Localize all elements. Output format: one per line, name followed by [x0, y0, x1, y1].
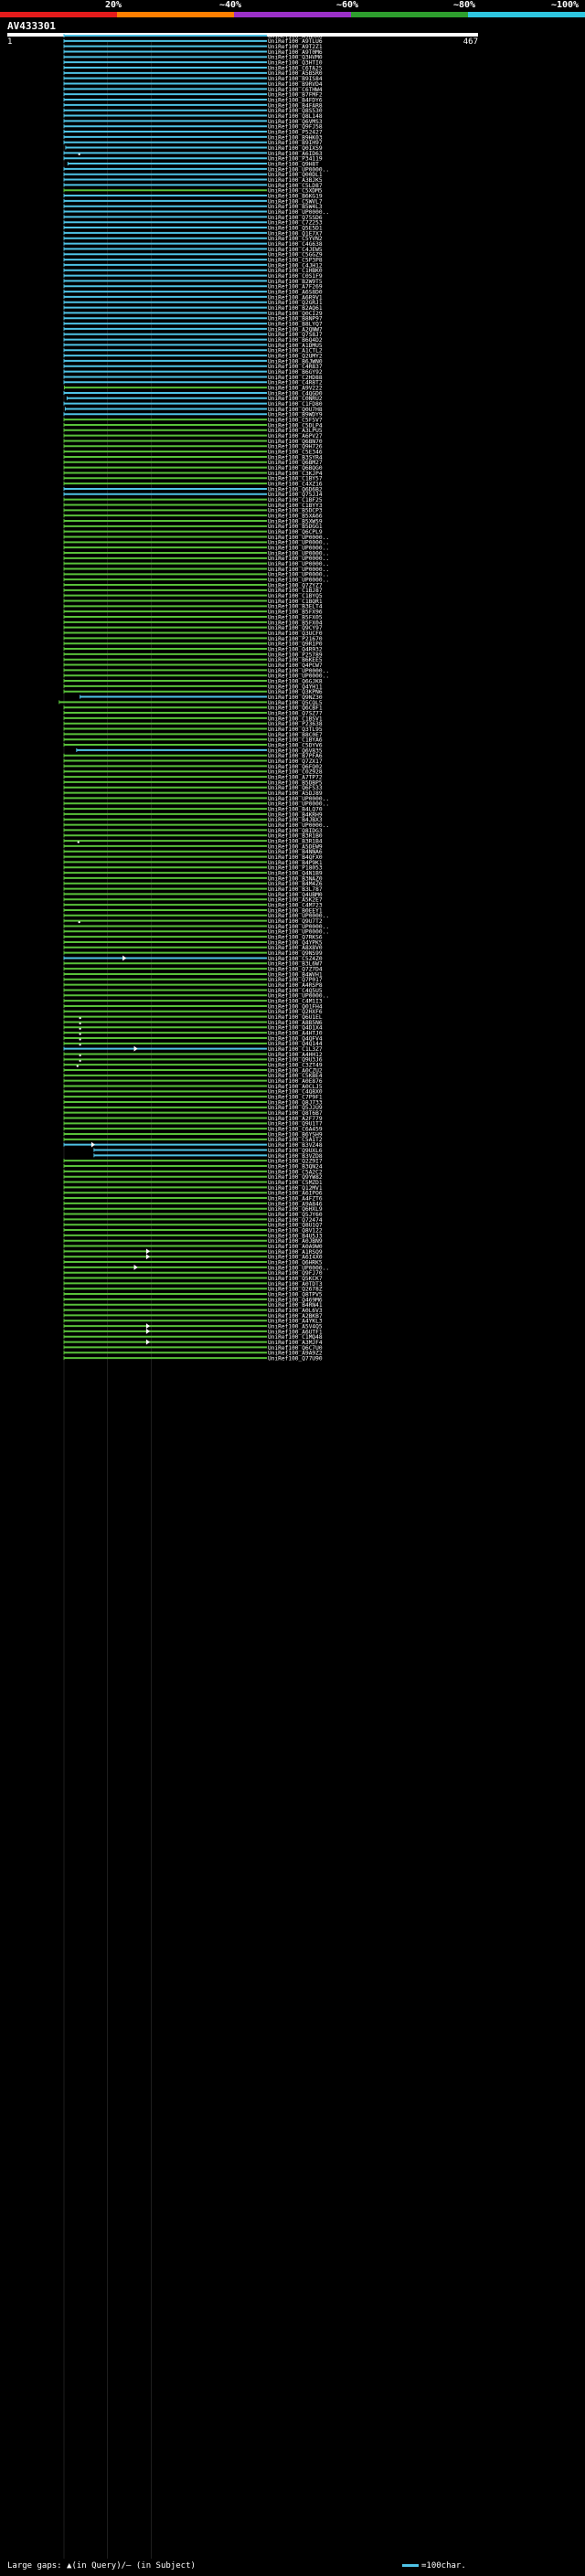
- hit-label[interactable]: UniRef100_Q77U90: [268, 1355, 323, 1362]
- gap-arrow-icon: [133, 1045, 138, 1052]
- gap-marker: [79, 1059, 81, 1062]
- gap-marker: [79, 1022, 81, 1025]
- gap-arrow-icon: [133, 1264, 138, 1270]
- gap-marker: [76, 1065, 79, 1067]
- gap-marker: [78, 153, 80, 155]
- gap-arrow-icon: [145, 1323, 150, 1330]
- gap-marker: [79, 1038, 81, 1041]
- hit-diagram: UniRef100_A9NRX6UniRef100_A9TLU6UniRef10…: [58, 33, 329, 2559]
- scale-legend-text: =100char.: [421, 2561, 466, 2571]
- gaps-legend: Large gaps: ▲(in Query)/– (in Subject): [7, 2561, 196, 2571]
- scale-swatch: [402, 2564, 419, 2567]
- gap-marker: [79, 1017, 81, 1020]
- scale-legend: =100char.: [402, 2560, 466, 2571]
- gap-arrow-icon: [122, 955, 127, 961]
- gap-arrow-icon: [145, 1339, 150, 1345]
- gap-arrow-icon: [90, 1141, 95, 1148]
- gap-marker: [79, 1033, 81, 1035]
- gap-marker: [77, 841, 80, 843]
- gap-arrow-icon: [145, 1254, 150, 1260]
- gap-marker: [79, 1027, 81, 1030]
- gap-marker: [79, 1044, 81, 1046]
- gap-arrow-icon: [145, 1328, 150, 1334]
- gap-marker: [78, 921, 80, 924]
- gap-arrow-icon: [145, 1248, 150, 1255]
- gap-marker: [79, 1054, 81, 1057]
